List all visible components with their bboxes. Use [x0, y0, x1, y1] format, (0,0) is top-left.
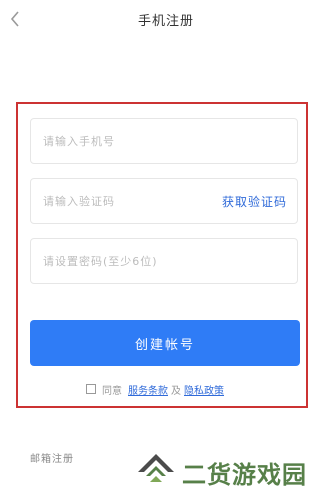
- phone-input[interactable]: [43, 119, 203, 163]
- privacy-link[interactable]: 隐私政策: [184, 382, 224, 397]
- header: 手机注册: [0, 0, 332, 40]
- create-account-button[interactable]: 创建帐号: [30, 320, 300, 366]
- email-register-link[interactable]: 邮箱注册: [30, 450, 74, 465]
- code-field-container: 获取验证码: [30, 178, 298, 224]
- watermark-logo-icon: [136, 452, 176, 492]
- password-field-container: [30, 238, 298, 284]
- watermark: 二货游戏园: [136, 452, 307, 492]
- password-input[interactable]: [43, 239, 283, 283]
- verification-code-input[interactable]: [43, 179, 203, 223]
- terms-link[interactable]: 服务条款: [128, 382, 168, 397]
- get-code-button[interactable]: 获取验证码: [222, 193, 287, 210]
- agreement-row: 同意 服务条款 及 隐私政策: [86, 380, 224, 398]
- watermark-text: 二货游戏园: [182, 460, 307, 489]
- agree-checkbox[interactable]: [86, 384, 96, 394]
- page-title: 手机注册: [137, 14, 194, 29]
- agree-prefix-text: 同意: [102, 385, 122, 397]
- agree-and-text: 及: [171, 385, 181, 397]
- phone-field-container: [30, 118, 298, 164]
- registration-form: 获取验证码 创建帐号 同意 服务条款 及 隐私政策: [16, 102, 308, 408]
